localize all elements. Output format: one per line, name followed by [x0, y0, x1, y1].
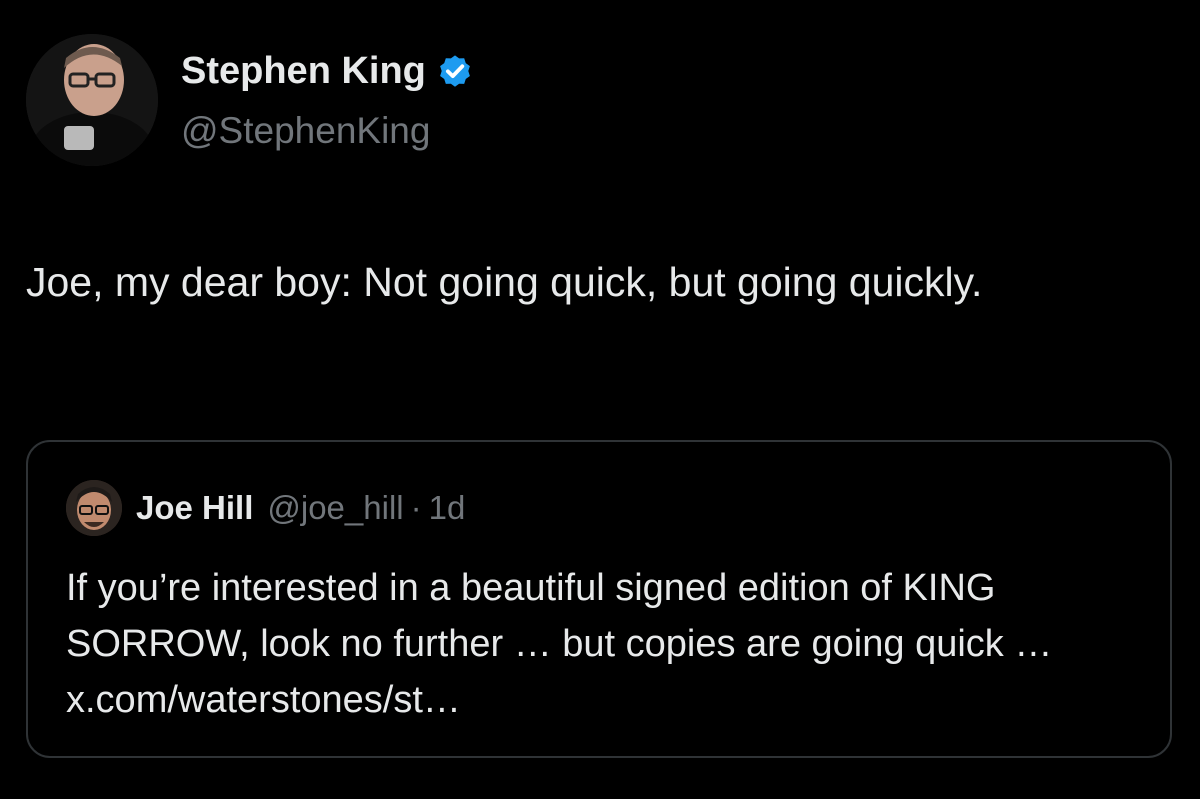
author-name-text: Stephen King [181, 50, 426, 92]
quoted-tweet-card[interactable]: Joe Hill @joe_hill · 1d If you’re intere… [26, 440, 1172, 758]
quoted-tweet-header: Joe Hill @joe_hill · 1d [66, 480, 465, 536]
tweet-text: Joe, my dear boy: Not going quick, but g… [26, 259, 983, 305]
author-avatar[interactable] [26, 34, 158, 166]
quoted-author-avatar[interactable] [66, 480, 122, 536]
separator-dot: · [410, 489, 422, 526]
tweet: Stephen King @StephenKing Joe, my dear b… [0, 0, 1200, 799]
quoted-timestamp[interactable]: 1d [429, 489, 466, 527]
author-avatar-image [26, 34, 158, 166]
quoted-author-handle[interactable]: @joe_hill [267, 489, 403, 527]
quoted-author-name[interactable]: Joe Hill [136, 489, 253, 527]
quoted-tweet-text: If you’re interested in a beautiful sign… [66, 567, 1053, 721]
verified-badge-icon [436, 53, 474, 91]
quoted-author-avatar-image [66, 480, 122, 536]
author-handle[interactable]: @StephenKing [181, 110, 430, 152]
author-name[interactable]: Stephen King [181, 50, 474, 93]
